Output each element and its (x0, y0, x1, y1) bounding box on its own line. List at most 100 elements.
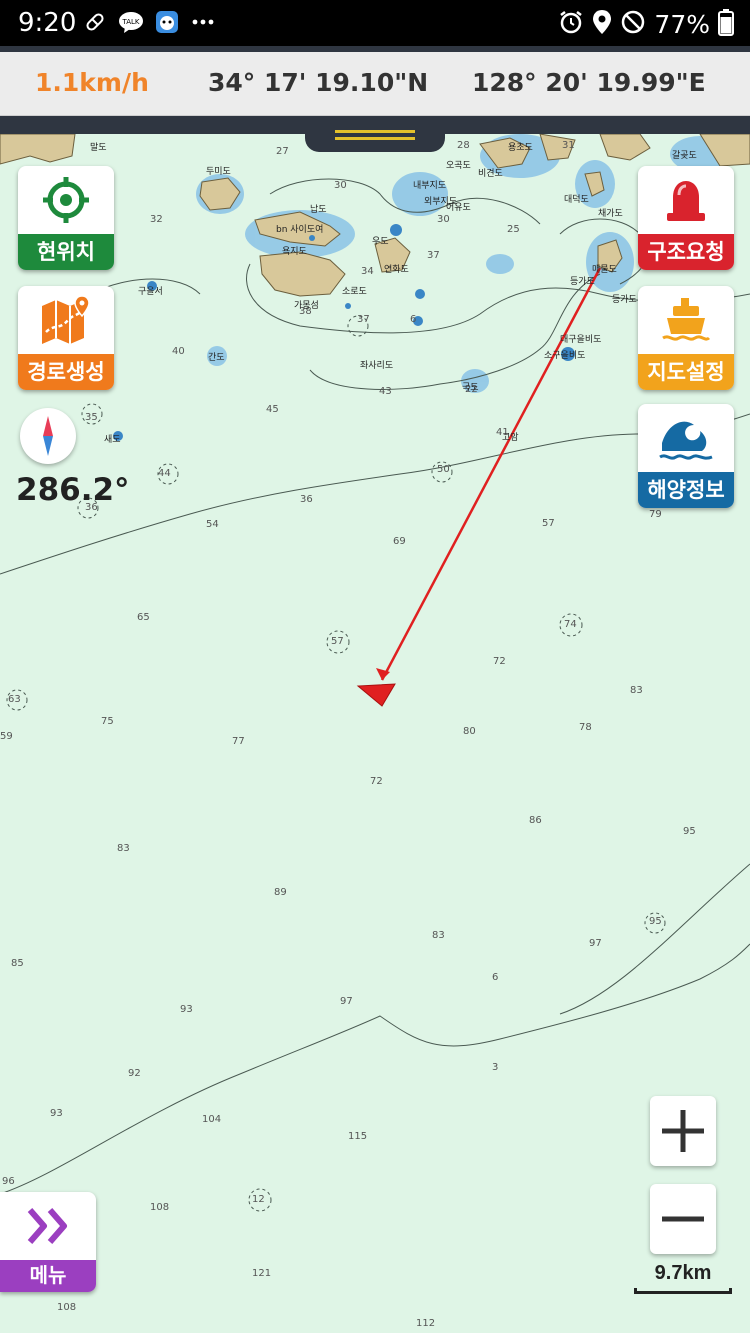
depth-sounding: 108 (57, 1302, 77, 1313)
place-label: 간도 (208, 353, 225, 363)
menu-label: 메뉴 (0, 1260, 96, 1292)
depth-sounding: 77 (232, 736, 245, 747)
plus-icon (662, 1110, 704, 1152)
depth-sounding: 93 (50, 1108, 63, 1119)
compass-icon (43, 416, 53, 456)
depth-sounding: 25 (507, 224, 520, 235)
depth-sounding: 50 (437, 464, 450, 475)
depth-sounding: 86 (529, 815, 542, 826)
double-chevron-right-icon (27, 1208, 67, 1244)
depth-sounding: 31 (562, 140, 575, 151)
wave-icon (638, 404, 734, 472)
depth-sounding: 74 (564, 619, 577, 630)
depth-sounding: 69 (393, 536, 406, 547)
depth-sounding: 6 (410, 314, 417, 325)
current-location-label: 현위치 (18, 234, 114, 270)
pill-icon (82, 10, 108, 34)
latitude-readout: 34° 17' 19.10"N (208, 68, 429, 97)
route-map-icon (18, 286, 114, 354)
route-create-label: 경로생성 (18, 354, 114, 390)
crosshair-icon (18, 166, 114, 234)
place-label: 가몽섬 (294, 301, 319, 311)
depth-sounding: 83 (432, 930, 445, 941)
place-label: 구을서 (138, 287, 163, 297)
battery-icon (718, 8, 734, 41)
depth-sounding: 65 (137, 612, 150, 623)
ship-icon (638, 286, 734, 354)
place-label: 국도 (462, 383, 479, 393)
route-create-button[interactable]: 경로생성 (18, 286, 114, 390)
zoom-in-button[interactable] (650, 1096, 716, 1166)
battery-percent: 77% (654, 10, 710, 39)
depth-sounding: 75 (101, 716, 114, 727)
place-label: 소로도 (342, 287, 367, 297)
depth-sounding: 80 (463, 726, 476, 737)
depth-sounding: 12 (252, 1194, 265, 1205)
menu-button[interactable]: 메뉴 (0, 1192, 96, 1292)
location-icon (592, 9, 612, 40)
place-label: 대구을비도 (560, 335, 602, 345)
depth-sounding: 92 (128, 1068, 141, 1079)
ocean-info-button[interactable]: 해양정보 (638, 404, 734, 508)
depth-sounding: 36 (300, 494, 313, 505)
status-bar: 9:20 TALK 77% (0, 0, 750, 46)
place-label: 등가도 (612, 295, 637, 305)
compass-button[interactable] (20, 408, 76, 464)
depth-sounding: 85 (11, 958, 24, 969)
depth-sounding: 89 (274, 887, 287, 898)
place-label: 용초도 (508, 143, 533, 153)
map-settings-button[interactable]: 지도설정 (638, 286, 734, 390)
depth-sounding: 121 (252, 1268, 272, 1279)
place-label: 연화도 (384, 265, 409, 275)
map-settings-label: 지도설정 (638, 354, 734, 390)
depth-sounding: 45 (266, 404, 279, 415)
depth-sounding: 72 (493, 656, 506, 667)
depth-sounding: 3 (492, 1062, 499, 1073)
notification-icons: TALK (82, 10, 216, 34)
depth-sounding: 93 (180, 1004, 193, 1015)
depth-sounding: 63 (8, 694, 21, 705)
rescue-request-label: 구조요청 (638, 234, 734, 270)
place-label: 오곡도 (446, 161, 471, 171)
longitude-readout: 128° 20' 19.99"E (472, 68, 706, 97)
place-label: 두미도 (206, 167, 231, 177)
rescue-request-button[interactable]: 구조요청 (638, 166, 734, 270)
depth-sounding: 32 (150, 214, 163, 225)
depth-sounding: 97 (589, 938, 602, 949)
depth-sounding: 57 (542, 518, 555, 529)
heading-readout: 286.2° (16, 472, 130, 508)
place-label: 채가도 (598, 209, 623, 219)
depth-sounding: 78 (579, 722, 592, 733)
current-location-button[interactable]: 현위치 (18, 166, 114, 270)
navigation-info-bar: 1.1km/h 34° 17' 19.10"N 128° 20' 19.99"E (0, 46, 750, 116)
depth-sounding: 30 (334, 180, 347, 191)
depth-sounding: 37 (427, 250, 440, 261)
depth-sounding: 54 (206, 519, 219, 530)
depth-sounding: 104 (202, 1114, 222, 1125)
minus-icon (662, 1216, 704, 1222)
place-label: 납도 (310, 205, 327, 215)
depth-sounding: 28 (457, 140, 470, 151)
depth-sounding: 83 (630, 685, 643, 696)
depth-sounding: 96 (2, 1176, 15, 1187)
speed-readout: 1.1km/h (35, 68, 149, 97)
depth-sounding: 27 (276, 146, 289, 157)
depth-sounding: 112 (416, 1318, 436, 1329)
depth-sounding: 57 (331, 636, 344, 647)
depth-sounding: 108 (150, 1202, 170, 1213)
place-label: 대덕도 (564, 195, 589, 205)
depth-sounding: 30 (437, 214, 450, 225)
place-label: 소구을비도 (544, 351, 586, 361)
place-label: bn 사이도여 (276, 225, 324, 235)
depth-sounding: 34 (361, 266, 374, 277)
scale-bar: 9.7km (632, 1262, 734, 1294)
depth-sounding: 97 (340, 996, 353, 1007)
app-icon (154, 10, 180, 34)
zoom-out-button[interactable] (650, 1184, 716, 1254)
place-label: 등가도 (570, 277, 595, 287)
place-label: 좌사리도 (360, 361, 394, 371)
depth-sounding: 115 (348, 1131, 368, 1142)
kakaotalk-icon: TALK (118, 10, 144, 34)
depth-sounding: 40 (172, 346, 185, 357)
depth-sounding: 72 (370, 776, 383, 787)
